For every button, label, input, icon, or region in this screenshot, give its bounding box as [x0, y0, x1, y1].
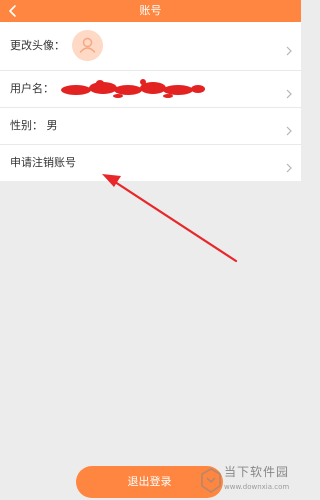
annotation-arrow-icon: [102, 174, 238, 263]
watermark: 当下软件园 www.downxia.com: [200, 463, 301, 500]
watermark-url: www.downxia.com: [224, 483, 290, 491]
watermark-text: 当下软件园: [224, 465, 290, 479]
watermark-logo-icon: [201, 468, 221, 493]
